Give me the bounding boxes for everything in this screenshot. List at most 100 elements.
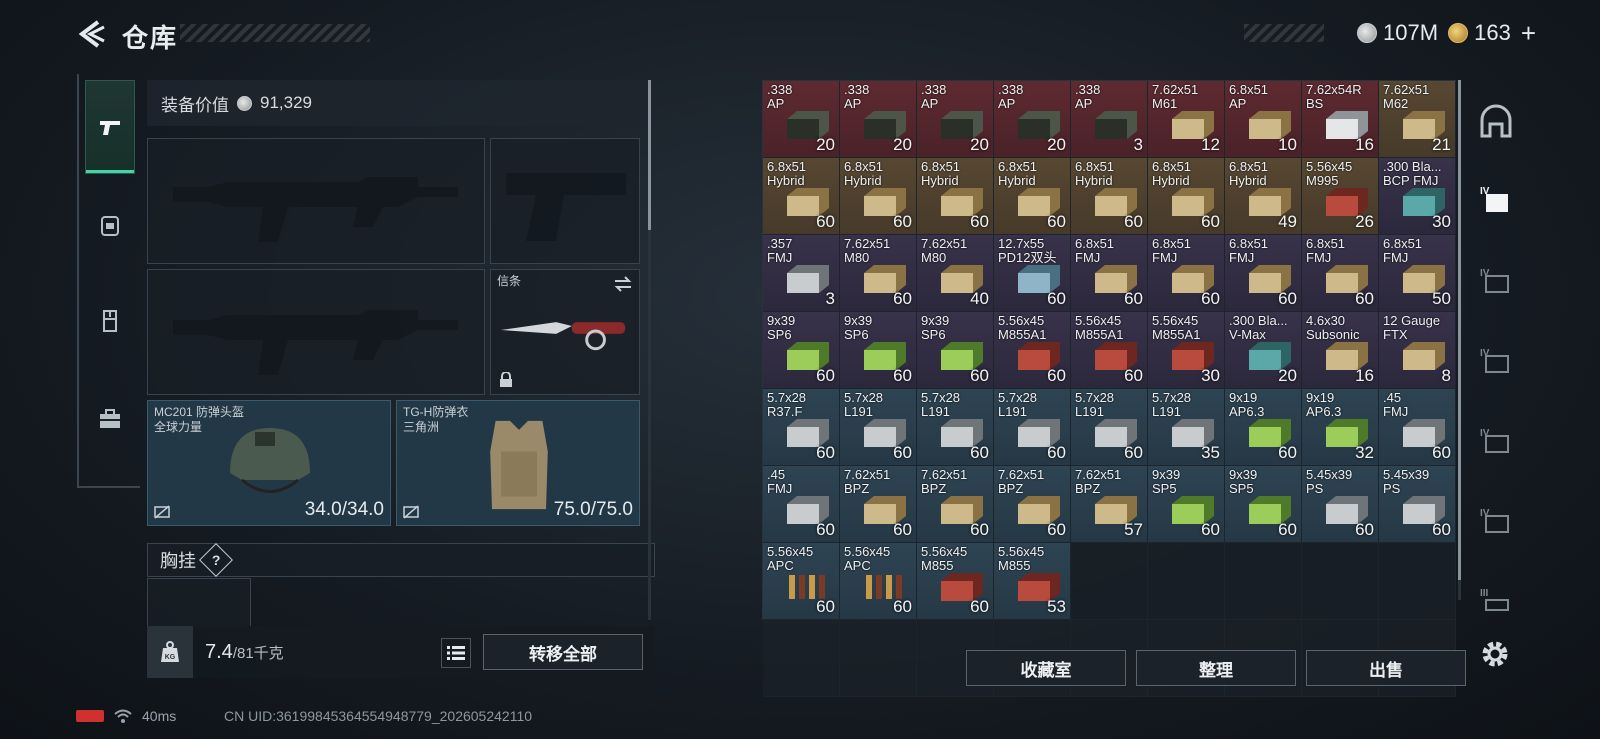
storage-item-cell[interactable]: .338 AP 20 <box>840 81 917 158</box>
storage-item-cell[interactable]: 9x39 SP6 60 <box>763 312 840 389</box>
item-quantity: 49 <box>1278 212 1297 231</box>
storage-item-cell[interactable]: 5.45x39 PS 60 <box>1379 466 1456 543</box>
storage-item-cell[interactable]: 6.8x51 FMJ 60 <box>1071 235 1148 312</box>
storage-item-cell[interactable]: 7.62x51 M61 12 <box>1148 81 1225 158</box>
storage-item-cell[interactable]: 9x39 SP5 60 <box>1225 466 1302 543</box>
storage-item-cell[interactable]: 5.7x28 L191 60 <box>917 389 994 466</box>
empty-storage-cell[interactable] <box>763 620 840 697</box>
filter-tier-4-d[interactable]: IV <box>1474 500 1518 544</box>
empty-storage-cell[interactable] <box>840 620 917 697</box>
storage-item-cell[interactable]: 6.8x51 Hybrid 60 <box>840 158 917 235</box>
storage-item-cell[interactable]: .338 AP 20 <box>917 81 994 158</box>
storage-item-cell[interactable]: 4.6x30 Subsonic 16 <box>1302 312 1379 389</box>
storage-item-cell[interactable]: 5.7x28 L191 60 <box>994 389 1071 466</box>
swap-icon[interactable] <box>613 276 633 292</box>
sell-button[interactable]: 出售 <box>1306 650 1466 686</box>
settings-gear-icon[interactable] <box>1478 637 1512 671</box>
storage-item-cell[interactable]: 5.7x28 L191 60 <box>840 389 917 466</box>
filter-tier-3[interactable]: III <box>1474 580 1518 624</box>
rail-backpack[interactable] <box>85 178 135 272</box>
storage-item-cell[interactable]: 5.56x45 M855 60 <box>917 543 994 620</box>
empty-storage-cell[interactable] <box>1225 543 1302 620</box>
storage-item-cell[interactable]: 5.56x45 M855A1 60 <box>994 312 1071 389</box>
helmet-slot[interactable]: MC201 防弹头盔 全球力量 34.0/34.0 <box>147 400 391 526</box>
storage-item-cell[interactable]: 6.8x51 Hybrid 60 <box>917 158 994 235</box>
storage-item-cell[interactable]: 6.8x51 Hybrid 49 <box>1225 158 1302 235</box>
storage-item-cell[interactable]: 7.62x54R BS 16 <box>1302 81 1379 158</box>
storage-item-cell[interactable]: 5.56x45 APC 60 <box>840 543 917 620</box>
storage-item-cell[interactable]: 9x39 SP6 60 <box>840 312 917 389</box>
rail-case[interactable] <box>85 372 135 466</box>
storage-item-cell[interactable]: .45 FMJ 60 <box>1379 389 1456 466</box>
transfer-all-button[interactable]: 转移全部 <box>483 634 643 670</box>
storage-item-cell[interactable]: 7.62x51 BPZ 60 <box>994 466 1071 543</box>
filter-tier-4-ammo-selected[interactable]: IV <box>1474 178 1518 222</box>
storage-item-cell[interactable]: .300 Bla... V-Max 20 <box>1225 312 1302 389</box>
chest-rig-help-button[interactable]: ? <box>199 543 233 577</box>
storage-item-cell[interactable]: 5.7x28 L191 60 <box>1071 389 1148 466</box>
storage-item-cell[interactable]: .338 AP 20 <box>763 81 840 158</box>
filter-all-button[interactable] <box>1474 100 1518 144</box>
storage-item-cell[interactable]: 6.8x51 AP 10 <box>1225 81 1302 158</box>
storage-item-cell[interactable]: 7.62x51 M62 21 <box>1379 81 1456 158</box>
storage-item-cell[interactable]: .338 AP 20 <box>994 81 1071 158</box>
storage-item-cell[interactable]: 5.56x45 APC 60 <box>763 543 840 620</box>
storage-item-cell[interactable]: 7.62x51 BPZ 57 <box>1071 466 1148 543</box>
storage-item-cell[interactable]: 9x19 AP6.3 60 <box>1225 389 1302 466</box>
primary-weapon-slot-1[interactable] <box>147 138 485 264</box>
storage-item-cell[interactable]: 6.8x51 Hybrid 60 <box>1148 158 1225 235</box>
storage-item-cell[interactable]: 7.62x51 BPZ 60 <box>840 466 917 543</box>
storage-item-cell[interactable]: .45 FMJ 60 <box>763 466 840 543</box>
organize-button[interactable]: 整理 <box>1136 650 1296 686</box>
rail-chest-rig[interactable] <box>85 274 135 368</box>
storage-item-cell[interactable]: 12 Gauge FTX 8 <box>1379 312 1456 389</box>
storage-item-cell[interactable]: 6.8x51 FMJ 60 <box>1148 235 1225 312</box>
back-button[interactable] <box>76 18 108 50</box>
filter-tier-4-b[interactable]: IV <box>1474 340 1518 384</box>
storage-item-cell[interactable]: 6.8x51 Hybrid 60 <box>994 158 1071 235</box>
filter-tier-4-a[interactable]: IV <box>1474 260 1518 304</box>
storage-scrollbar[interactable] <box>1458 80 1461 600</box>
storage-item-cell[interactable]: 6.8x51 FMJ 60 <box>1225 235 1302 312</box>
storage-item-cell[interactable]: 5.56x45 M855 53 <box>994 543 1071 620</box>
storage-item-cell[interactable]: 5.56x45 M855A1 30 <box>1148 312 1225 389</box>
storage-item-cell[interactable]: 5.7x28 R37.F 60 <box>763 389 840 466</box>
item-name: .338 AP <box>844 82 870 111</box>
storage-item-cell[interactable]: 6.8x51 FMJ 60 <box>1302 235 1379 312</box>
filter-tier-4-c[interactable]: IV <box>1474 420 1518 464</box>
storage-item-cell[interactable]: 6.8x51 Hybrid 60 <box>763 158 840 235</box>
storage-item-cell[interactable]: 9x39 SP6 60 <box>917 312 994 389</box>
storage-item-cell[interactable]: .300 Bla... BCP FMJ 30 <box>1379 158 1456 235</box>
add-currency-button[interactable]: + <box>1521 18 1536 49</box>
storage-item-cell[interactable]: 5.56x45 M995 26 <box>1302 158 1379 235</box>
storage-item-cell[interactable]: 9x39 SP5 60 <box>1148 466 1225 543</box>
storage-item-cell[interactable]: 5.7x28 L191 35 <box>1148 389 1225 466</box>
storage-item-cell[interactable]: 6.8x51 Hybrid 60 <box>1071 158 1148 235</box>
secondary-weapon-slot[interactable] <box>490 138 640 264</box>
storage-item-cell[interactable]: 12.7x55 PD12双头 60 <box>994 235 1071 312</box>
melee-label: 信条 <box>497 274 522 288</box>
empty-storage-cell[interactable] <box>1148 543 1225 620</box>
storage-item-cell[interactable]: .338 AP 3 <box>1071 81 1148 158</box>
melee-slot[interactable]: 信条 <box>490 269 640 395</box>
scroll-thumb[interactable] <box>1458 80 1461 580</box>
empty-storage-cell[interactable] <box>1302 543 1379 620</box>
empty-storage-cell[interactable] <box>1071 543 1148 620</box>
storage-item-cell[interactable]: 9x19 AP6.3 32 <box>1302 389 1379 466</box>
chest-rig-slot[interactable] <box>147 578 251 628</box>
rail-weapons[interactable] <box>85 80 135 174</box>
loadout-scrollbar[interactable] <box>648 80 651 620</box>
storage-item-cell[interactable]: 7.62x51 BPZ 60 <box>917 466 994 543</box>
storage-item-cell[interactable]: 6.8x51 FMJ 50 <box>1379 235 1456 312</box>
collection-room-button[interactable]: 收藏室 <box>966 650 1126 686</box>
storage-item-cell[interactable]: 5.45x39 PS 60 <box>1302 466 1379 543</box>
storage-item-cell[interactable]: 5.56x45 M855A1 60 <box>1071 312 1148 389</box>
scroll-thumb[interactable] <box>648 80 651 230</box>
armor-slot[interactable]: TG-H防弹衣 三角洲 75.0/75.0 <box>396 400 640 526</box>
storage-item-cell[interactable]: 7.62x51 M80 40 <box>917 235 994 312</box>
storage-item-cell[interactable]: .357 FMJ 3 <box>763 235 840 312</box>
primary-weapon-slot-2[interactable] <box>147 269 485 395</box>
list-view-button[interactable] <box>441 638 471 668</box>
empty-storage-cell[interactable] <box>1379 543 1456 620</box>
storage-item-cell[interactable]: 7.62x51 M80 60 <box>840 235 917 312</box>
